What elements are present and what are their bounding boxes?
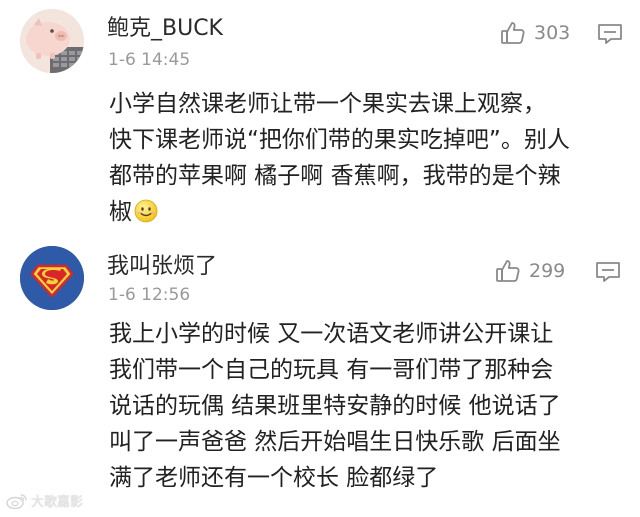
thumbs-up-icon [500,20,526,46]
superman-logo-avatar[interactable] [20,246,84,310]
like-button[interactable]: 299 [495,258,565,284]
comment-line: 叫了一声爸爸 然后开始唱生日快乐歌 后面坐 [109,429,561,455]
watermark-text: 大歌嘉影 [31,495,84,510]
comment-line-text: 椒 [109,199,132,225]
timestamp: 1-6 14:45 [108,50,191,70]
comment-text: 小学自然课老师让带一个果实去课上观察， 快下课老师说“把你们带的果实吃掉吧”。别… [109,86,624,230]
comment-line: 快下课老师说“把你们带的果实吃掉吧”。别人 [109,127,570,153]
username[interactable]: 鲍克_BUCK [107,10,223,42]
comment-line: 满了老师还有一个校长 脸都绿了 [109,465,439,491]
watermark: 大歌嘉影 [6,491,83,510]
timestamp: 1-6 12:56 [108,285,191,305]
comment-line-last: 椒 [109,194,624,230]
like-count: 303 [534,22,571,44]
comment-line: 我上小学的时候 又一次语文老师讲公开课让 [109,321,554,347]
username[interactable]: 我叫张烦了 [107,248,217,280]
weibo-logo-icon [6,493,28,509]
piggy-bank-avatar[interactable] [20,9,84,73]
comment-line: 说话的玩偶 结果班里特安静的时候 他说话了 [109,393,561,419]
comment-icon[interactable] [595,261,621,283]
comment-line: 小学自然课老师让带一个果实去课上观察， [109,91,546,117]
comment-item: 鲍克_BUCK 1-6 14:45 303 小学自然课老师让带一个果实去课上观察… [0,0,640,236]
comment-text: 我上小学的时候 又一次语文老师讲公开课让 我们带一个自己的玩具 有一哥们带了那种… [109,316,624,496]
comment-line: 都带的苹果啊 橘子啊 香蕉啊，我带的是个辣 [109,163,561,189]
like-button[interactable]: 303 [500,20,570,46]
thumbs-up-icon [495,258,521,284]
comment-item: 我叫张烦了 1-6 12:56 299 我上小学的时候 又一次语文老师讲公开课让… [0,236,640,517]
smile-emoji [134,199,158,223]
like-count: 299 [529,260,566,282]
comment-icon[interactable] [597,23,623,45]
comment-line: 我们带一个自己的玩具 有一哥们带了那种会 [109,357,554,383]
